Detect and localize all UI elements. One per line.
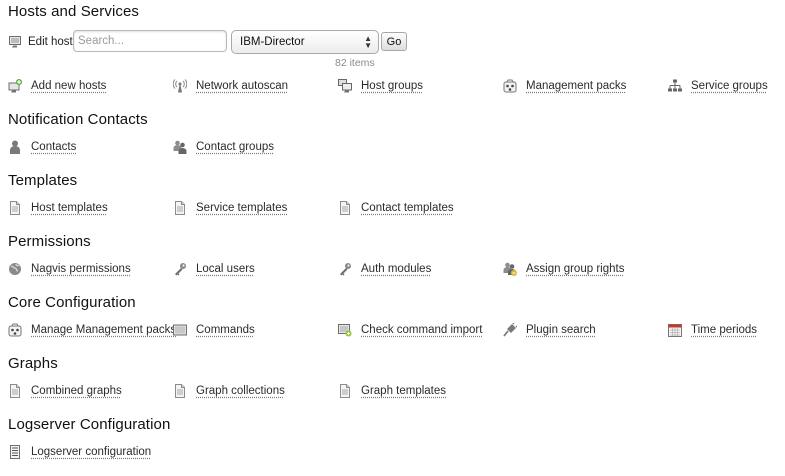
plug-icon — [503, 322, 518, 337]
contact-groups-link[interactable]: Contact groups — [173, 137, 274, 157]
people-rights-icon — [503, 262, 517, 276]
select-arrows-icon: ▲ ▼ — [364, 34, 372, 50]
document-icon — [8, 384, 22, 398]
auth-modules-link[interactable]: Auth modules — [338, 259, 431, 279]
section-title-hosts-services: Hosts and Services — [8, 3, 140, 20]
logserver-configuration-link[interactable]: Logserver configuration — [8, 442, 151, 462]
contacts-link[interactable]: Contacts — [8, 137, 76, 157]
import-icon — [338, 323, 352, 337]
section-title-templates: Templates — [8, 172, 78, 189]
people-icon — [173, 140, 187, 154]
host-templates-link[interactable]: Host templates — [8, 198, 108, 218]
commands-link[interactable]: Commands — [173, 320, 255, 340]
time-periods-link[interactable]: Time periods — [668, 320, 757, 340]
log-document-icon — [8, 445, 22, 459]
combined-graphs-link[interactable]: Combined graphs — [8, 381, 122, 401]
antenna-icon — [172, 79, 188, 93]
local-users-link[interactable]: Local users — [173, 259, 255, 279]
graph-collections-link[interactable]: Graph collections — [173, 381, 285, 401]
management-packs-link[interactable]: Management packs — [503, 76, 626, 96]
document-icon — [8, 201, 22, 215]
management-pack-icon — [503, 79, 517, 93]
edit-host-label: Edit host — [28, 36, 73, 48]
section-title-graphs: Graphs — [8, 355, 58, 372]
document-icon — [338, 201, 352, 215]
host-search-input[interactable] — [73, 30, 227, 52]
graph-templates-link[interactable]: Graph templates — [338, 381, 446, 401]
key-icon — [338, 262, 352, 276]
item-count: 82 items — [335, 57, 375, 69]
terminal-icon — [173, 323, 187, 337]
person-icon — [8, 140, 22, 154]
service-groups-icon — [668, 79, 682, 93]
add-host-icon — [8, 79, 22, 93]
contact-templates-link[interactable]: Contact templates — [338, 198, 454, 218]
document-icon — [173, 384, 187, 398]
section-title-logserver-configuration: Logserver Configuration — [8, 416, 171, 433]
document-icon — [173, 201, 187, 215]
check-command-import-link[interactable]: Check command import — [338, 320, 482, 340]
management-pack-icon — [8, 323, 22, 337]
section-title-core-configuration: Core Configuration — [8, 294, 136, 311]
network-autoscan-link[interactable]: Network autoscan — [172, 76, 288, 96]
calendar-icon — [668, 323, 682, 337]
add-new-hosts-link[interactable]: Add new hosts — [8, 76, 106, 96]
monitor-icon — [8, 35, 22, 49]
globe-icon — [8, 262, 22, 276]
host-groups-link[interactable]: Host groups — [338, 76, 423, 96]
assign-group-rights-link[interactable]: Assign group rights — [503, 259, 624, 279]
document-icon — [338, 384, 352, 398]
plugin-search-link[interactable]: Plugin search — [503, 320, 596, 340]
key-icon — [173, 262, 187, 276]
service-groups-link[interactable]: Service groups — [668, 76, 768, 96]
manage-management-packs-link[interactable]: Manage Management packs — [8, 320, 176, 340]
section-title-permissions: Permissions — [8, 233, 91, 250]
edit-host-row: Edit host — [8, 30, 73, 54]
service-templates-link[interactable]: Service templates — [173, 198, 287, 218]
host-select-value: IBM-Director — [240, 36, 305, 48]
section-title-notification-contacts: Notification Contacts — [8, 111, 148, 128]
host-select[interactable]: IBM-Director ▲ ▼ — [231, 30, 379, 54]
go-button[interactable]: Go — [381, 32, 407, 51]
host-groups-icon — [338, 79, 352, 93]
nagvis-permissions-link[interactable]: Nagvis permissions — [8, 259, 131, 279]
